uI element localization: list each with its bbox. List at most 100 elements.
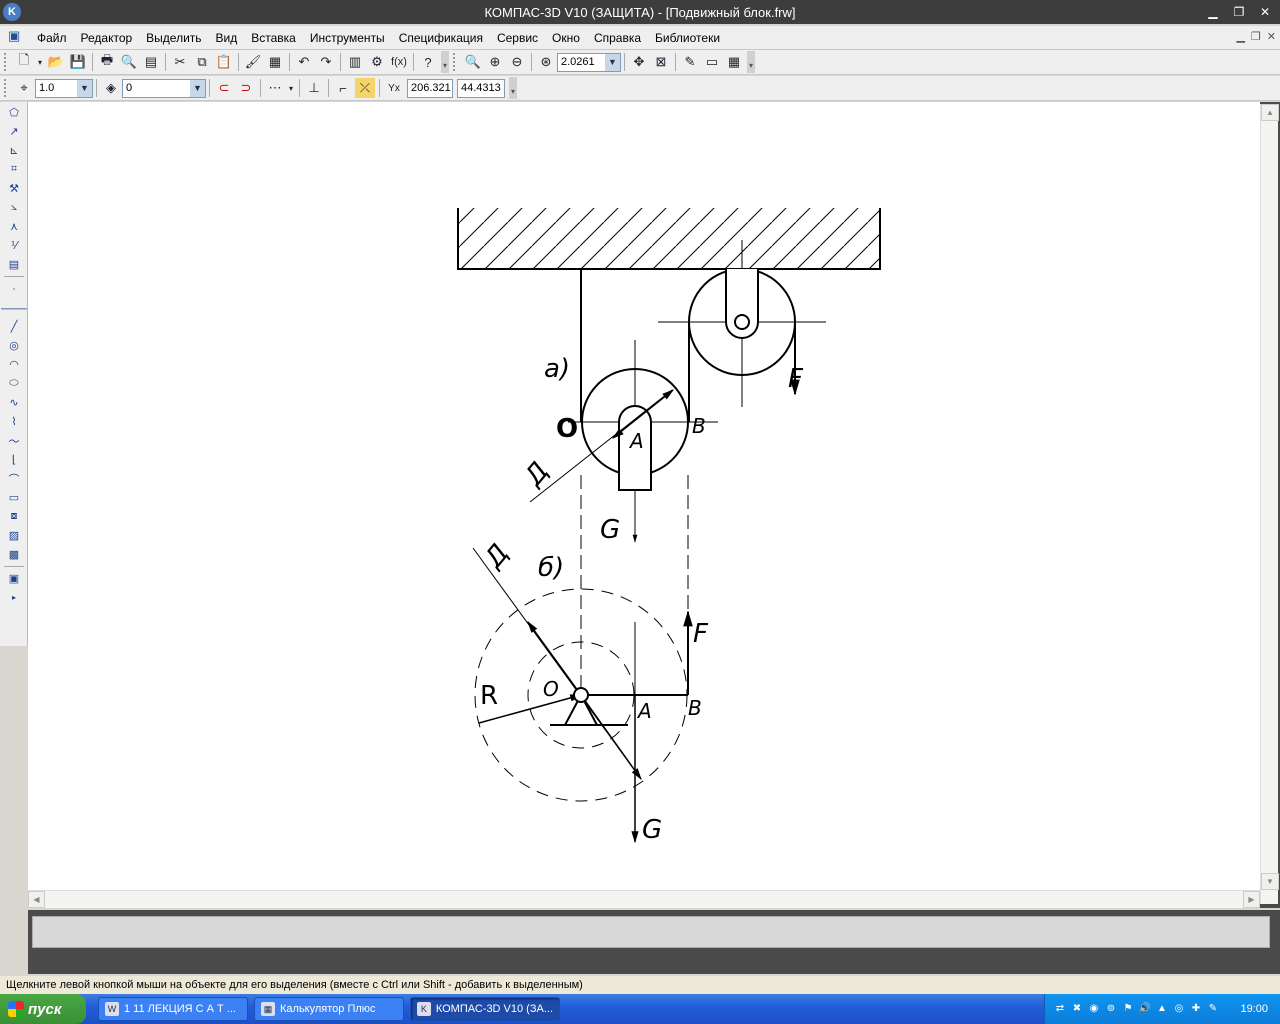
network-icon[interactable]: ⇄ <box>1053 1002 1067 1016</box>
menu-help[interactable]: Справка <box>587 31 648 45</box>
rectangle-icon[interactable]: ▭ <box>3 489 25 506</box>
shield-icon[interactable]: ◉ <box>1087 1002 1101 1016</box>
paste-icon[interactable]: 📋 <box>214 52 234 72</box>
grid-view-icon[interactable]: ▦ <box>724 52 744 72</box>
show-all-icon[interactable]: ⊠ <box>651 52 671 72</box>
clock[interactable]: 19:00 <box>1240 1003 1268 1015</box>
menu-view[interactable]: Вид <box>209 31 245 45</box>
scroll-right-icon[interactable]: ▶ <box>1243 891 1260 908</box>
document-icon[interactable]: ▣ <box>8 28 30 48</box>
open-icon[interactable]: 📂 <box>46 52 66 72</box>
pan-icon[interactable]: ✥ <box>629 52 649 72</box>
selection-panel-icon[interactable]: ⋏ <box>3 218 25 235</box>
close-icon[interactable]: ✕ <box>1254 4 1276 20</box>
format-brush-icon[interactable]: 🖌 <box>243 52 263 72</box>
redraw-icon[interactable]: ✎ <box>680 52 700 72</box>
fillet-icon[interactable]: ⌒ <box>3 470 25 487</box>
redo-icon[interactable]: ↷ <box>316 52 336 72</box>
layout-icon[interactable]: ▭ <box>702 52 722 72</box>
arc-icon[interactable]: ◠ <box>3 356 25 373</box>
menu-window[interactable]: Окно <box>545 31 587 45</box>
zoom-out-icon[interactable]: ⊖ <box>507 52 527 72</box>
circle-icon[interactable]: ◎ <box>3 337 25 354</box>
snap-magnet-icon[interactable]: ⊂ <box>214 78 234 98</box>
toolbar-grip[interactable] <box>453 53 459 71</box>
page-setup-icon[interactable]: ▤ <box>141 52 161 72</box>
save-icon[interactable]: 💾 <box>68 52 88 72</box>
minimize-icon[interactable]: ▁ <box>1202 4 1224 20</box>
toolbar-grip[interactable] <box>4 79 10 97</box>
doc-minimize-icon[interactable]: ▁ <box>1236 30 1244 43</box>
firewall-icon[interactable]: ✚ <box>1189 1002 1203 1016</box>
properties-icon[interactable]: ▦ <box>265 52 285 72</box>
drawing-canvas[interactable]: а) F O A B Д G Д б) F R O A B G <box>28 102 1260 890</box>
taskbar-item-kompas[interactable]: K КОМПАС-3D V10 (ЗА... <box>410 997 560 1021</box>
symbols-panel-icon[interactable]: ⊾ <box>3 142 25 159</box>
toolbar-options-icon[interactable]: ▾ <box>747 51 755 73</box>
edit-macro-icon[interactable]: ▣ <box>3 570 25 587</box>
grid-icon[interactable]: ⋯ <box>265 78 285 98</box>
toolbar-grip[interactable] <box>4 53 10 71</box>
variables-icon[interactable]: f(x) <box>389 52 409 72</box>
zoom-scale-icon[interactable]: ⊛ <box>536 52 556 72</box>
doc-close-icon[interactable]: ✕ <box>1267 30 1276 43</box>
ellipse-icon[interactable]: ⬭ <box>3 375 25 392</box>
dimensions-panel-icon[interactable]: ↗ <box>3 123 25 140</box>
local-snap-icon[interactable]: ⊃ <box>236 78 256 98</box>
parametrization-panel-icon[interactable]: ⚒ <box>3 180 25 197</box>
hatch-icon[interactable]: ▨ <box>3 527 25 544</box>
local-cs-icon[interactable]: ⊥ <box>304 78 324 98</box>
spline-icon[interactable]: 〜 <box>3 432 25 449</box>
chevron-down-icon[interactable]: ▼ <box>605 53 620 71</box>
menu-service[interactable]: Сервис <box>490 31 545 45</box>
help-pointer-icon[interactable]: ? <box>418 52 438 72</box>
auxiliary-line-icon[interactable]: ⸻ <box>0 299 27 316</box>
point-icon[interactable]: · <box>3 280 25 297</box>
layers-icon[interactable]: ◈ <box>101 78 121 98</box>
taskbar-item-calculator[interactable]: ▦ Калькулятор Плюс <box>254 997 404 1021</box>
zoom-window-icon[interactable]: 🔍 <box>463 52 483 72</box>
line-scale-combo[interactable]: 1.0 ▼ <box>35 78 93 98</box>
menu-insert[interactable]: Вставка <box>244 31 303 45</box>
round-mode-icon[interactable]: ⤫ <box>355 78 375 98</box>
ortho-mode-icon[interactable]: ⌐ <box>333 78 353 98</box>
safely-remove-icon[interactable]: ✎ <box>1206 1002 1220 1016</box>
antivirus-icon[interactable]: ✖ <box>1070 1002 1084 1016</box>
new-document-icon[interactable]: 🗋 <box>14 52 34 72</box>
chamfer-icon[interactable]: ⌊ <box>3 451 25 468</box>
keyboard-layout-icon[interactable]: ⚑ <box>1121 1002 1135 1016</box>
menu-specification[interactable]: Спецификация <box>392 31 490 45</box>
reports-panel-icon[interactable]: ▤ <box>3 256 25 273</box>
vertical-scrollbar[interactable]: ▲ ▼ <box>1260 104 1279 904</box>
restore-icon[interactable]: ❐ <box>1228 4 1250 20</box>
taskbar-item-word[interactable]: W 1 11 ЛЕКЦИЯ С А Т ... <box>98 997 248 1021</box>
print-preview-icon[interactable]: 🔍 <box>119 52 139 72</box>
chevron-down-icon[interactable]: ▼ <box>190 79 205 97</box>
measurements-panel-icon[interactable]: ⦣ <box>3 199 25 216</box>
manager-icon[interactable]: ▥ <box>345 52 365 72</box>
scroll-down-icon[interactable]: ▼ <box>1261 873 1279 890</box>
menu-tools[interactable]: Инструменты <box>303 31 392 45</box>
toolbar-options-icon[interactable]: ▾ <box>441 51 449 73</box>
menu-libraries[interactable]: Библиотеки <box>648 31 727 45</box>
menu-editor[interactable]: Редактор <box>74 31 140 45</box>
editing-panel-icon[interactable]: ⌗ <box>3 161 25 178</box>
volume-icon[interactable]: 🔊 <box>1138 1002 1152 1016</box>
print-icon[interactable]: 🖶 <box>97 52 117 72</box>
bezier-icon[interactable]: ∿ <box>3 394 25 411</box>
property-panel[interactable] <box>32 916 1270 948</box>
zoom-combo[interactable]: 2.0261 ▼ <box>557 52 621 72</box>
polyline-icon[interactable]: ⌇ <box>3 413 25 430</box>
dropdown-arrow-icon[interactable]: ▾ <box>287 78 295 98</box>
ati-icon[interactable]: ▲ <box>1155 1002 1169 1016</box>
expand-panel-icon[interactable]: ▸ <box>3 589 25 606</box>
horizontal-scrollbar[interactable]: ◀ ▶ <box>28 890 1260 908</box>
doc-restore-icon[interactable]: ❐ <box>1251 30 1261 43</box>
scroll-left-icon[interactable]: ◀ <box>28 891 45 908</box>
cursor-y-field[interactable]: 44.4313 <box>457 78 505 98</box>
security-icon[interactable]: ⊚ <box>1104 1002 1118 1016</box>
kompas-logo-icon[interactable]: K <box>3 3 21 21</box>
spec-panel-icon[interactable]: ⅟ <box>3 237 25 254</box>
cut-icon[interactable]: ✂ <box>170 52 190 72</box>
geometry-panel-icon[interactable]: ⬠ <box>3 104 25 121</box>
